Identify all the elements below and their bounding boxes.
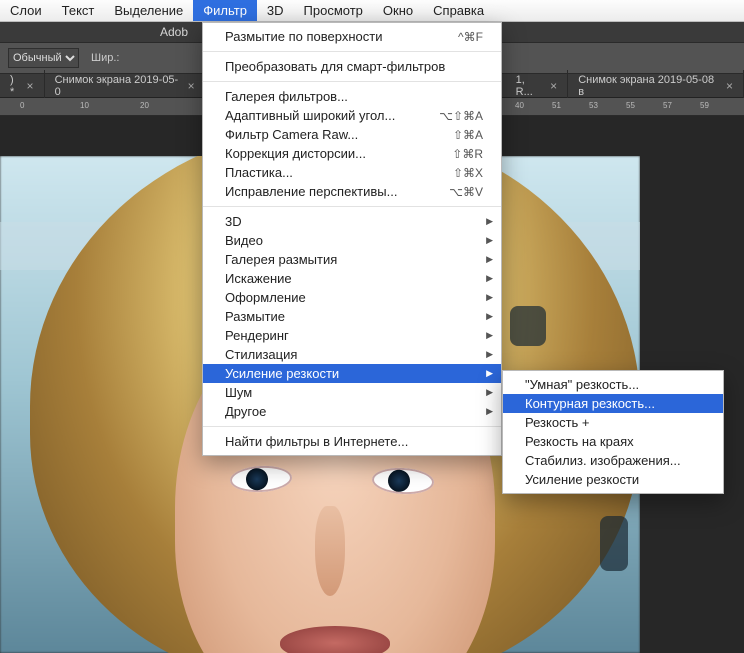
shortcut: ⇧⌘X <box>413 166 483 180</box>
menu-item-liquify[interactable]: Пластика...⇧⌘X <box>203 163 501 182</box>
menu-item-3d[interactable]: 3D <box>203 212 501 231</box>
tab-close-icon[interactable]: × <box>188 79 195 93</box>
menu-item-sharpen[interactable]: Усиление резкости <box>203 364 501 383</box>
menu-item-vanishing-point[interactable]: Исправление перспективы...⌥⌘V <box>203 182 501 201</box>
submenu-item-sharpen[interactable]: Усиление резкости <box>503 470 723 489</box>
submenu-item-sharpen-edges[interactable]: Резкость на краях <box>503 432 723 451</box>
submenu-item-shake-reduction[interactable]: Стабилиз. изображения... <box>503 451 723 470</box>
menu-item-camera-raw[interactable]: Фильтр Camera Raw...⇧⌘A <box>203 125 501 144</box>
menubar: Слои Текст Выделение Фильтр 3D Просмотр … <box>0 0 744 22</box>
shortcut: ⌥⇧⌘A <box>399 109 483 123</box>
app-name: Adob <box>160 25 188 39</box>
menu-item-pixelate[interactable]: Оформление <box>203 288 501 307</box>
ruler-tick: 57 <box>663 101 672 110</box>
ruler-tick: 51 <box>552 101 561 110</box>
menu-separator <box>203 206 501 207</box>
ruler-tick: 59 <box>700 101 709 110</box>
shortcut: ⇧⌘A <box>413 128 483 142</box>
submenu-item-unsharp-mask[interactable]: Контурная резкость... <box>503 394 723 413</box>
menu-item-other[interactable]: Другое <box>203 402 501 421</box>
sharpen-submenu: "Умная" резкость... Контурная резкость..… <box>502 370 724 494</box>
menu-item-convert-smart[interactable]: Преобразовать для смарт-фильтров <box>203 57 501 76</box>
menu-text[interactable]: Текст <box>52 0 105 21</box>
menu-item-distort[interactable]: Искажение <box>203 269 501 288</box>
menu-layers[interactable]: Слои <box>0 0 52 21</box>
menu-filter[interactable]: Фильтр <box>193 0 257 21</box>
menu-item-lens-correction[interactable]: Коррекция дисторсии...⇧⌘R <box>203 144 501 163</box>
ruler-tick: 40 <box>515 101 524 110</box>
tab-1[interactable]: Снимок экрана 2019-05-0 × <box>45 70 206 102</box>
shortcut: ⇧⌘R <box>412 147 483 161</box>
menu-item-browse-online[interactable]: Найти фильтры в Интернете... <box>203 432 501 451</box>
menu-item-last-filter[interactable]: Размытие по поверхности ^⌘F <box>203 27 501 46</box>
menu-separator <box>203 51 501 52</box>
shortcut: ^⌘F <box>418 30 483 44</box>
ruler-tick: 10 <box>80 101 89 110</box>
menu-separator <box>203 81 501 82</box>
tab-3[interactable]: Снимок экрана 2019-05-08 в × <box>568 70 744 102</box>
tab-label: 1, R... <box>516 74 545 98</box>
tab-label: ) * <box>10 74 21 98</box>
submenu-item-sharpen-more[interactable]: Резкость + <box>503 413 723 432</box>
tab-label: Снимок экрана 2019-05-0 <box>55 74 182 98</box>
menu-item-blur-gallery[interactable]: Галерея размытия <box>203 250 501 269</box>
menu-select[interactable]: Выделение <box>104 0 193 21</box>
menu-item-video[interactable]: Видео <box>203 231 501 250</box>
tab-close-icon[interactable]: × <box>550 79 557 93</box>
menu-item-filter-gallery[interactable]: Галерея фильтров... <box>203 87 501 106</box>
tab-label: Снимок экрана 2019-05-08 в <box>578 74 720 98</box>
menu-item-stylize[interactable]: Стилизация <box>203 345 501 364</box>
menu-help[interactable]: Справка <box>423 0 494 21</box>
tab-close-icon[interactable]: × <box>27 79 34 93</box>
shortcut: ⌥⌘V <box>409 185 483 199</box>
tab-0[interactable]: ) * × <box>0 70 45 102</box>
tab-close-icon[interactable]: × <box>726 79 733 93</box>
width-label: Шир.: <box>91 52 119 64</box>
menu-item-noise[interactable]: Шум <box>203 383 501 402</box>
menu-item-render[interactable]: Рендеринг <box>203 326 501 345</box>
ruler-tick: 53 <box>589 101 598 110</box>
menu-separator <box>203 426 501 427</box>
tab-2[interactable]: 1, R... × <box>506 70 569 102</box>
ruler-tick: 0 <box>20 101 24 110</box>
menu-item-adaptive-wide[interactable]: Адаптивный широкий угол...⌥⇧⌘A <box>203 106 501 125</box>
menu-view[interactable]: Просмотр <box>294 0 373 21</box>
ruler-tick: 20 <box>140 101 149 110</box>
filter-menu: Размытие по поверхности ^⌘F Преобразоват… <box>202 22 502 456</box>
menu-3d[interactable]: 3D <box>257 0 294 21</box>
blend-mode-select[interactable]: Обычный <box>8 48 79 68</box>
submenu-item-smart-sharpen[interactable]: "Умная" резкость... <box>503 375 723 394</box>
ruler-tick: 55 <box>626 101 635 110</box>
menu-window[interactable]: Окно <box>373 0 423 21</box>
menu-item-blur[interactable]: Размытие <box>203 307 501 326</box>
